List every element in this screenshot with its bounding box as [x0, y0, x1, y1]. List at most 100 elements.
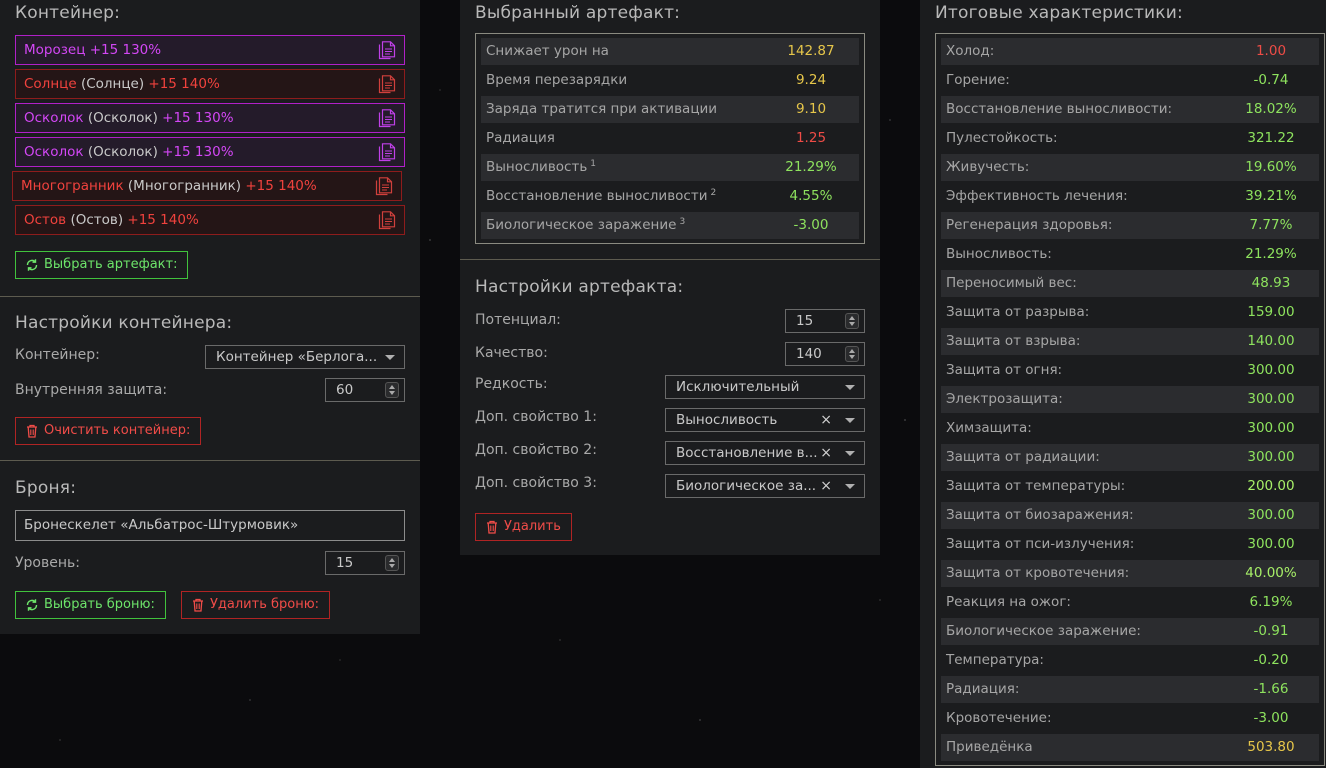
copy-icon[interactable] [378, 41, 396, 60]
stat-name-text: Регенерация здоровья: [946, 217, 1113, 233]
stat-name-text: Защита от температуры: [946, 478, 1126, 494]
artifact-type: (Остов) [70, 212, 124, 228]
stat-name: Переносимый вес: [946, 270, 1077, 297]
container-slot[interactable]: Остов (Остов) +15 140% [15, 205, 405, 235]
stat-value: 300.00 [1247, 536, 1295, 552]
delete-armor-button[interactable]: Удалить броню: [181, 591, 331, 619]
stat-row: Восстановление выносливости 2 4.55% [481, 183, 859, 210]
clear-icon[interactable]: × [820, 475, 832, 497]
extra1-select-value: Выносливость [676, 412, 778, 428]
stat-value: 18.02% [1245, 101, 1297, 117]
select-armor-button[interactable]: Выбрать броню: [15, 591, 166, 619]
stat-name: Биологическое заражение 3 [486, 212, 685, 239]
stepper-arrows-icon[interactable] [385, 382, 399, 398]
stat-name: Защита от пси-излучения: [946, 531, 1134, 558]
stat-name-text: Химзащита: [946, 420, 1032, 436]
stat-name: Радиация [486, 125, 555, 152]
stat-value: -3.00 [1253, 710, 1289, 726]
totals-panel: Итоговые характеристики: Холод: 1.00 Горен… [920, 0, 1326, 768]
stat-value: 140.00 [1247, 333, 1295, 349]
armor-level-stepper[interactable]: 15 [325, 551, 405, 575]
extra2-label: Доп. свойство 2: [475, 442, 597, 458]
stat-row: Защита от радиации: 300.00 [941, 444, 1319, 471]
chevron-down-icon [385, 355, 395, 360]
quality-input[interactable]: 140 [785, 342, 865, 366]
stat-row: Регенерация здоровья: 7.77% [941, 212, 1319, 239]
container-slot[interactable]: Солнце (Солнце) +15 140% [15, 69, 405, 99]
extra2-select-value: Восстановление в... [676, 445, 818, 461]
extra1-select[interactable]: Выносливость × [665, 408, 865, 432]
rarity-select[interactable]: Исключительный [665, 375, 865, 399]
artifact-name: Осколок [24, 144, 84, 160]
container-slot[interactable]: Морозец +15 130% [15, 35, 405, 65]
stat-name: Заряда тратится при активации [486, 96, 717, 123]
stat-value: 300.00 [1247, 507, 1295, 523]
delete-armor-label: Удалить броню: [210, 597, 320, 612]
stat-row: Защита от биозаражения: 300.00 [941, 502, 1319, 529]
stat-name-text: Биологическое заражение [486, 217, 677, 233]
stat-row: Пулестойкость: 321.22 [941, 125, 1319, 152]
trash-icon [27, 424, 37, 438]
stat-name: Реакция на ожог: [946, 589, 1071, 616]
artifact-type: (Осколок) [87, 144, 158, 160]
stat-name: Защита от биозаражения: [946, 502, 1134, 529]
stat-name: Приведёнка [946, 734, 1033, 761]
stepper-arrows-icon[interactable] [385, 555, 399, 571]
stat-row: Восстановление выносливости: 18.02% [941, 96, 1319, 123]
stat-row: Защита от разрыва: 159.00 [941, 299, 1319, 326]
stat-name-text: Реакция на ожог: [946, 594, 1071, 610]
select-artifact-button[interactable]: Выбрать артефакт: [15, 251, 189, 279]
chevron-down-icon [845, 418, 855, 423]
stat-name-text: Восстановление выносливости [486, 188, 708, 204]
container-select[interactable]: Контейнер «Берлога... [205, 345, 405, 369]
stat-value: 40.00% [1245, 565, 1297, 581]
stat-name: Защита от разрыва: [946, 299, 1089, 326]
stat-value: 321.22 [1247, 130, 1295, 146]
armor-input[interactable]: Бронескелет «Альбатрос-Штурмовик» [15, 510, 405, 541]
footnote-marker: 1 [590, 158, 597, 169]
copy-icon[interactable] [378, 75, 396, 94]
artifact-name: Морозец [24, 42, 86, 58]
stat-name-text: Защита от взрыва: [946, 333, 1081, 349]
stat-value: 21.29% [785, 159, 837, 175]
copy-icon[interactable] [378, 143, 396, 162]
stat-name: Температура: [946, 647, 1044, 674]
stat-name-text: Пулестойкость: [946, 130, 1058, 146]
stat-name: Радиация: [946, 676, 1019, 703]
clear-icon[interactable]: × [820, 442, 832, 464]
stat-name: Горение: [946, 67, 1010, 94]
container-slot[interactable]: Осколок (Осколок) +15 130% [15, 137, 405, 167]
extra2-select[interactable]: Восстановление в... × [665, 441, 865, 465]
stepper-arrows-icon[interactable] [845, 346, 859, 362]
stat-value: 1.25 [795, 130, 827, 146]
armor-title: Броня: [15, 478, 77, 498]
clear-container-button[interactable]: Очистить контейнер: [15, 417, 202, 445]
container-slot[interactable]: Осколок (Осколок) +15 130% [15, 103, 405, 133]
artifact-level: +15 130% [89, 42, 162, 58]
stat-row: Защита от кровотечения: 40.00% [941, 560, 1319, 587]
artifact-type: (Солнце) [80, 76, 145, 92]
extra3-select[interactable]: Биологическое за... × [665, 474, 865, 498]
artifact-stats-table: Снижает урон на 142.87 Время перезарядки 9.… [475, 33, 865, 244]
stepper-arrows-icon[interactable] [845, 313, 859, 329]
delete-artifact-button[interactable]: Удалить [475, 513, 572, 541]
clear-icon[interactable]: × [820, 409, 832, 431]
copy-icon[interactable] [378, 109, 396, 128]
copy-icon[interactable] [378, 211, 396, 230]
stat-row: Защита от огня: 300.00 [941, 357, 1319, 384]
stat-name: Холод: [946, 38, 994, 65]
copy-icon[interactable] [375, 177, 393, 196]
stat-value: 300.00 [1247, 420, 1295, 436]
stat-name: Защита от огня: [946, 357, 1062, 384]
protection-stepper[interactable]: 60 [325, 378, 405, 402]
extra3-select-value: Биологическое за... [676, 478, 817, 494]
rarity-label: Редкость: [475, 376, 548, 392]
footnote-marker: 2 [710, 187, 717, 198]
potential-input[interactable]: 15 [785, 309, 865, 333]
stat-row: Электрозащита: 300.00 [941, 386, 1319, 413]
chevron-down-icon [845, 484, 855, 489]
stat-name-text: Переносимый вес: [946, 275, 1077, 291]
container-slot[interactable]: Многогранник (Многогранник) +15 140% [12, 171, 402, 201]
stat-name-text: Снижает урон на [486, 43, 609, 59]
stat-row: Переносимый вес: 48.93 [941, 270, 1319, 297]
